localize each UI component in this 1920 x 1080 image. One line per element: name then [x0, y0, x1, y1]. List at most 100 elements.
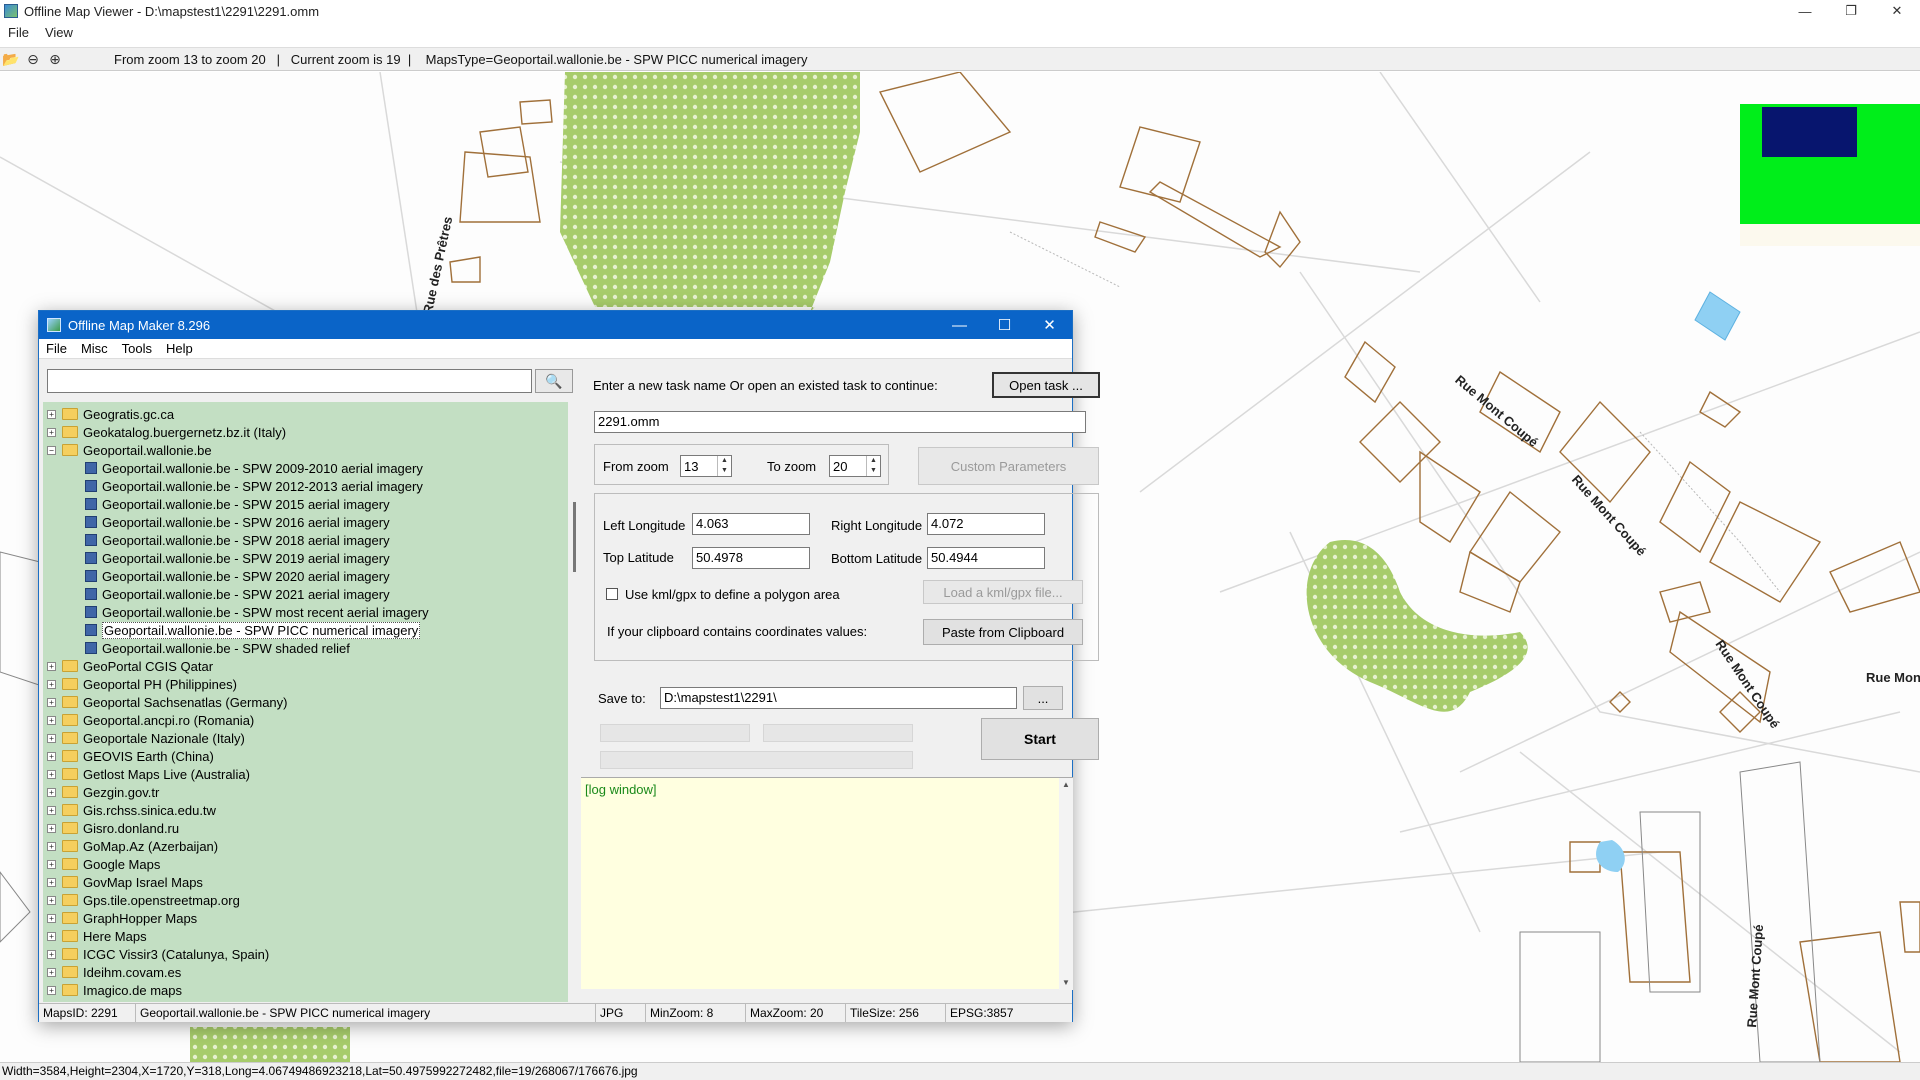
- from-zoom-stepper[interactable]: 13 ▲ ▼: [680, 455, 732, 477]
- expand-icon[interactable]: +: [47, 715, 56, 725]
- tree-folder-item[interactable]: + Geoportal Sachsenatlas (Germany): [47, 693, 287, 711]
- menu-misc[interactable]: Misc: [74, 341, 115, 356]
- menu-tools[interactable]: Tools: [115, 341, 159, 356]
- tree-map-item[interactable]: Geoportail.wallonie.be - SPW shaded reli…: [85, 639, 350, 657]
- expand-icon[interactable]: +: [47, 823, 56, 833]
- scroll-down-icon[interactable]: ▼: [1059, 976, 1073, 990]
- expand-icon[interactable]: +: [47, 841, 56, 851]
- expand-icon[interactable]: +: [47, 679, 56, 689]
- expand-icon[interactable]: +: [47, 409, 56, 419]
- open-folder-icon[interactable]: 📂: [0, 49, 22, 69]
- map-source-tree[interactable]: + Geogratis.gc.ca + Geokatalog.buergernetz.…: [43, 402, 568, 1002]
- dialog-titlebar[interactable]: Offline Map Maker 8.296 — ☐ ✕: [39, 311, 1072, 339]
- kml-checkbox[interactable]: [606, 588, 618, 600]
- collapse-icon[interactable]: −: [47, 445, 56, 455]
- tree-folder-item[interactable]: + GEOVIS Earth (China): [47, 747, 214, 765]
- spin-arrows-icon[interactable]: ▲ ▼: [866, 456, 880, 476]
- log-scrollbar[interactable]: ▲ ▼: [1059, 778, 1073, 990]
- tree-folder-item[interactable]: + GoMap.Az (Azerbaijan): [47, 837, 218, 855]
- log-window[interactable]: [log window] ▲ ▼: [581, 777, 1073, 990]
- start-button[interactable]: Start: [981, 718, 1099, 760]
- expand-icon[interactable]: +: [47, 859, 56, 869]
- maximize-icon[interactable]: ❐: [1828, 0, 1874, 22]
- tree-folder-item[interactable]: + Getlost Maps Live (Australia): [47, 765, 250, 783]
- expand-icon[interactable]: +: [47, 787, 56, 797]
- expand-icon[interactable]: +: [47, 949, 56, 959]
- tree-folder-item[interactable]: + Gis.rchss.sinica.edu.tw: [47, 801, 216, 819]
- close-icon[interactable]: ✕: [1027, 311, 1072, 339]
- menu-view[interactable]: View: [37, 25, 81, 40]
- menu-file[interactable]: File: [0, 25, 37, 40]
- search-button[interactable]: 🔍: [535, 369, 573, 393]
- tree-map-item[interactable]: Geoportail.wallonie.be - SPW PICC numeri…: [85, 621, 421, 639]
- zoom-out-icon[interactable]: ⊖: [22, 49, 44, 69]
- spin-arrows-icon[interactable]: ▲ ▼: [717, 456, 731, 476]
- expand-icon[interactable]: +: [47, 427, 56, 437]
- tree-folder-item[interactable]: + Geokatalog.buergernetz.bz.it (Italy): [47, 423, 286, 441]
- tree-item-label: Here Maps: [83, 928, 147, 944]
- tree-folder-item[interactable]: + Ideihm.covam.es: [47, 963, 181, 981]
- tree-folder-item[interactable]: + Here Maps: [47, 927, 147, 945]
- expand-icon[interactable]: +: [47, 733, 56, 743]
- tree-map-item[interactable]: Geoportail.wallonie.be - SPW 2021 aerial…: [85, 585, 390, 603]
- tree-map-item[interactable]: Geoportail.wallonie.be - SPW 2018 aerial…: [85, 531, 390, 549]
- tree-map-item[interactable]: Geoportail.wallonie.be - SPW 2019 aerial…: [85, 549, 390, 567]
- tree-folder-item[interactable]: + Geoportal.ancpi.ro (Romania): [47, 711, 254, 729]
- minimize-icon[interactable]: —: [1782, 0, 1828, 22]
- expand-icon[interactable]: +: [47, 967, 56, 977]
- tree-folder-item[interactable]: + Geogratis.gc.ca: [47, 405, 174, 423]
- tree-folder-item[interactable]: + Geoportale Nazionale (Italy): [47, 729, 245, 747]
- tree-folder-item[interactable]: + Gezgin.gov.tr: [47, 783, 159, 801]
- tree-map-item[interactable]: Geoportail.wallonie.be - SPW 2016 aerial…: [85, 513, 390, 531]
- expand-icon[interactable]: +: [47, 895, 56, 905]
- tree-folder-item[interactable]: + Imagico.de maps: [47, 981, 182, 999]
- top-latitude-input[interactable]: 50.4978: [692, 547, 810, 569]
- bottom-latitude-input[interactable]: 50.4944: [927, 547, 1045, 569]
- task-name-input[interactable]: 2291.omm: [594, 411, 1086, 433]
- minimize-icon[interactable]: —: [937, 311, 982, 339]
- tree-scrollbar[interactable]: [571, 402, 579, 1002]
- tree-map-item[interactable]: Geoportail.wallonie.be - SPW 2009-2010 a…: [85, 459, 423, 477]
- left-longitude-input[interactable]: 4.063: [692, 513, 810, 535]
- tree-folder-item[interactable]: + ICGC Vissir3 (Catalunya, Spain): [47, 945, 269, 963]
- browse-button[interactable]: ...: [1023, 686, 1063, 710]
- expand-icon[interactable]: +: [47, 661, 56, 671]
- tree-item-label: Geoportal PH (Philippines): [83, 676, 237, 692]
- scroll-up-icon[interactable]: ▲: [1059, 778, 1073, 792]
- tree-folder-item[interactable]: + GeoPortal CGIS Qatar: [47, 657, 213, 675]
- tree-map-item[interactable]: Geoportail.wallonie.be - SPW most recent…: [85, 603, 429, 621]
- tree-map-item[interactable]: Geoportail.wallonie.be - SPW 2020 aerial…: [85, 567, 390, 585]
- scroll-thumb[interactable]: [573, 502, 576, 572]
- expand-icon[interactable]: +: [47, 913, 56, 923]
- to-zoom-stepper[interactable]: 20 ▲ ▼: [829, 455, 881, 477]
- tree-folder-item[interactable]: + GraphHopper Maps: [47, 909, 197, 927]
- tree-folder-item[interactable]: − Geoportail.wallonie.be: [47, 441, 212, 459]
- maximize-icon[interactable]: ☐: [982, 311, 1027, 339]
- tree-folder-item[interactable]: + Gps.tile.openstreetmap.org: [47, 891, 240, 909]
- expand-icon[interactable]: +: [47, 805, 56, 815]
- zoom-in-icon[interactable]: ⊕: [44, 49, 66, 69]
- expand-icon[interactable]: +: [47, 769, 56, 779]
- search-input[interactable]: [47, 369, 532, 393]
- expand-icon[interactable]: +: [47, 877, 56, 887]
- tree-folder-item[interactable]: + Gisro.donland.ru: [47, 819, 179, 837]
- load-kml-button[interactable]: Load a kml/gpx file...: [923, 580, 1083, 604]
- close-icon[interactable]: ✕: [1874, 0, 1920, 22]
- tree-map-item[interactable]: Geoportail.wallonie.be - SPW 2015 aerial…: [85, 495, 390, 513]
- tree-folder-item[interactable]: + Google Maps: [47, 855, 160, 873]
- right-longitude-input[interactable]: 4.072: [927, 513, 1045, 535]
- custom-parameters-button[interactable]: Custom Parameters: [918, 447, 1099, 485]
- save-to-input[interactable]: D:\mapstest1\2291\: [660, 687, 1017, 709]
- tree-folder-item[interactable]: + GovMap Israel Maps: [47, 873, 203, 891]
- paste-from-clipboard-button[interactable]: Paste from Clipboard: [923, 619, 1083, 645]
- open-task-button[interactable]: Open task ...: [992, 372, 1100, 398]
- menu-help[interactable]: Help: [159, 341, 200, 356]
- expand-icon[interactable]: +: [47, 931, 56, 941]
- expand-icon[interactable]: +: [47, 751, 56, 761]
- map-layer-icon: [85, 498, 97, 510]
- expand-icon[interactable]: +: [47, 985, 56, 995]
- expand-icon[interactable]: +: [47, 697, 56, 707]
- tree-map-item[interactable]: Geoportail.wallonie.be - SPW 2012-2013 a…: [85, 477, 423, 495]
- menu-file[interactable]: File: [39, 341, 74, 356]
- tree-folder-item[interactable]: + Geoportal PH (Philippines): [47, 675, 237, 693]
